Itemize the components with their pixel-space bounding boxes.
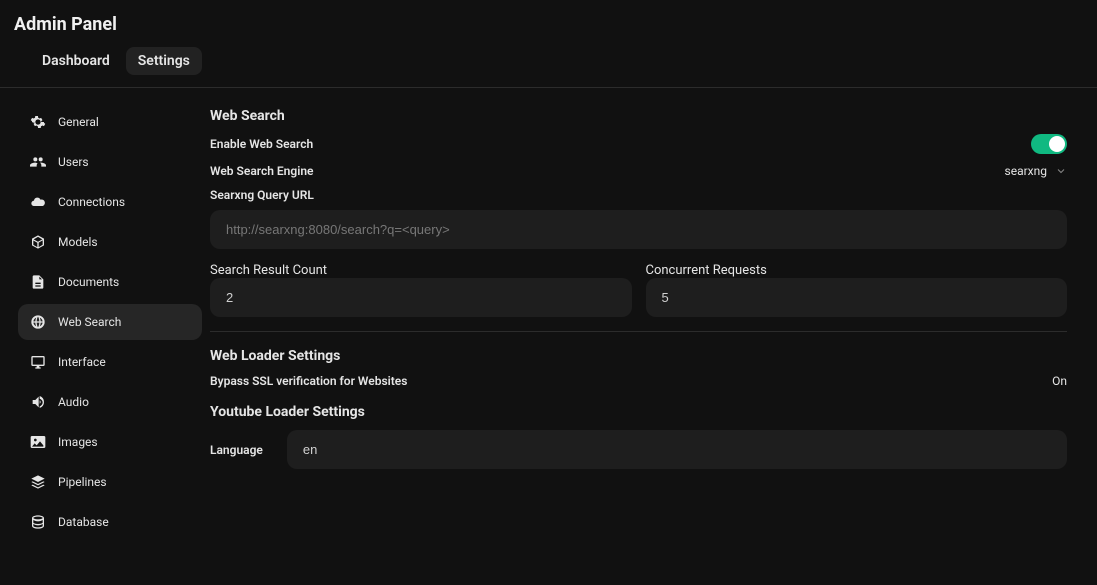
layout: General Users Connections Models Documen… bbox=[0, 88, 1097, 573]
query-url-label: Searxng Query URL bbox=[210, 188, 1067, 202]
sidebar: General Users Connections Models Documen… bbox=[0, 88, 210, 573]
layers-icon bbox=[30, 474, 46, 490]
cube-icon bbox=[30, 234, 46, 250]
sidebar-item-label: Images bbox=[58, 435, 98, 449]
chevron-down-icon bbox=[1055, 165, 1067, 177]
section-divider-1 bbox=[210, 331, 1067, 332]
tabs: Dashboard Settings bbox=[14, 47, 1083, 87]
database-icon bbox=[30, 514, 46, 530]
monitor-icon bbox=[30, 354, 46, 370]
sidebar-item-models[interactable]: Models bbox=[18, 224, 202, 260]
sidebar-item-label: Models bbox=[58, 235, 98, 249]
sidebar-item-label: Documents bbox=[58, 275, 119, 289]
tab-dashboard[interactable]: Dashboard bbox=[30, 47, 122, 75]
engine-label: Web Search Engine bbox=[210, 164, 314, 178]
row-enable-web-search: Enable Web Search bbox=[210, 134, 1067, 154]
page-title: Admin Panel bbox=[14, 14, 1083, 35]
query-url-block: Searxng Query URL bbox=[210, 188, 1067, 249]
sidebar-item-label: Users bbox=[58, 155, 89, 169]
result-count-label: Search Result Count bbox=[210, 263, 632, 278]
document-icon bbox=[30, 274, 46, 290]
section-title-web-search: Web Search bbox=[210, 108, 1067, 124]
sidebar-item-label: Audio bbox=[58, 395, 89, 409]
section-title-youtube-loader: Youtube Loader Settings bbox=[210, 404, 1067, 420]
sidebar-item-database[interactable]: Database bbox=[18, 504, 202, 540]
sidebar-item-general[interactable]: General bbox=[18, 104, 202, 140]
speaker-icon bbox=[30, 394, 46, 410]
sidebar-item-label: Interface bbox=[58, 355, 106, 369]
row-bypass-ssl: Bypass SSL verification for Websites On bbox=[210, 374, 1067, 388]
sidebar-item-interface[interactable]: Interface bbox=[18, 344, 202, 380]
concurrent-input[interactable] bbox=[646, 278, 1068, 317]
bypass-ssl-label: Bypass SSL verification for Websites bbox=[210, 374, 407, 388]
tab-settings[interactable]: Settings bbox=[126, 47, 202, 75]
enable-web-search-toggle[interactable] bbox=[1031, 134, 1067, 154]
sidebar-item-label: Pipelines bbox=[58, 475, 107, 489]
sidebar-item-label: Web Search bbox=[58, 315, 121, 329]
language-label: Language bbox=[210, 443, 263, 457]
header: Admin Panel Dashboard Settings bbox=[0, 0, 1097, 87]
engine-select[interactable]: searxng bbox=[1005, 164, 1067, 178]
sidebar-item-label: Database bbox=[58, 515, 109, 529]
sidebar-item-pipelines[interactable]: Pipelines bbox=[18, 464, 202, 500]
language-input[interactable] bbox=[287, 430, 1067, 469]
main-content: Web Search Enable Web Search Web Search … bbox=[210, 88, 1097, 573]
enable-web-search-label: Enable Web Search bbox=[210, 137, 313, 151]
language-row: Language bbox=[210, 430, 1067, 469]
cloud-icon bbox=[30, 194, 46, 210]
query-url-input[interactable] bbox=[210, 210, 1067, 249]
sidebar-item-images[interactable]: Images bbox=[18, 424, 202, 460]
image-icon bbox=[30, 434, 46, 450]
two-col-counts: Search Result Count Concurrent Requests bbox=[210, 263, 1067, 317]
sidebar-item-label: General bbox=[58, 115, 99, 129]
sidebar-item-web-search[interactable]: Web Search bbox=[18, 304, 202, 340]
sidebar-item-label: Connections bbox=[58, 195, 125, 209]
globe-icon bbox=[30, 314, 46, 330]
users-icon bbox=[30, 154, 46, 170]
result-count-input[interactable] bbox=[210, 278, 632, 317]
gear-icon bbox=[30, 114, 46, 130]
concurrent-label: Concurrent Requests bbox=[646, 263, 1068, 278]
sidebar-item-connections[interactable]: Connections bbox=[18, 184, 202, 220]
section-title-web-loader: Web Loader Settings bbox=[210, 348, 1067, 364]
bypass-ssl-toggle[interactable]: On bbox=[1052, 374, 1067, 388]
engine-value: searxng bbox=[1005, 164, 1047, 178]
sidebar-item-users[interactable]: Users bbox=[18, 144, 202, 180]
row-engine: Web Search Engine searxng bbox=[210, 164, 1067, 178]
sidebar-item-documents[interactable]: Documents bbox=[18, 264, 202, 300]
sidebar-item-audio[interactable]: Audio bbox=[18, 384, 202, 420]
toggle-knob bbox=[1049, 136, 1065, 152]
